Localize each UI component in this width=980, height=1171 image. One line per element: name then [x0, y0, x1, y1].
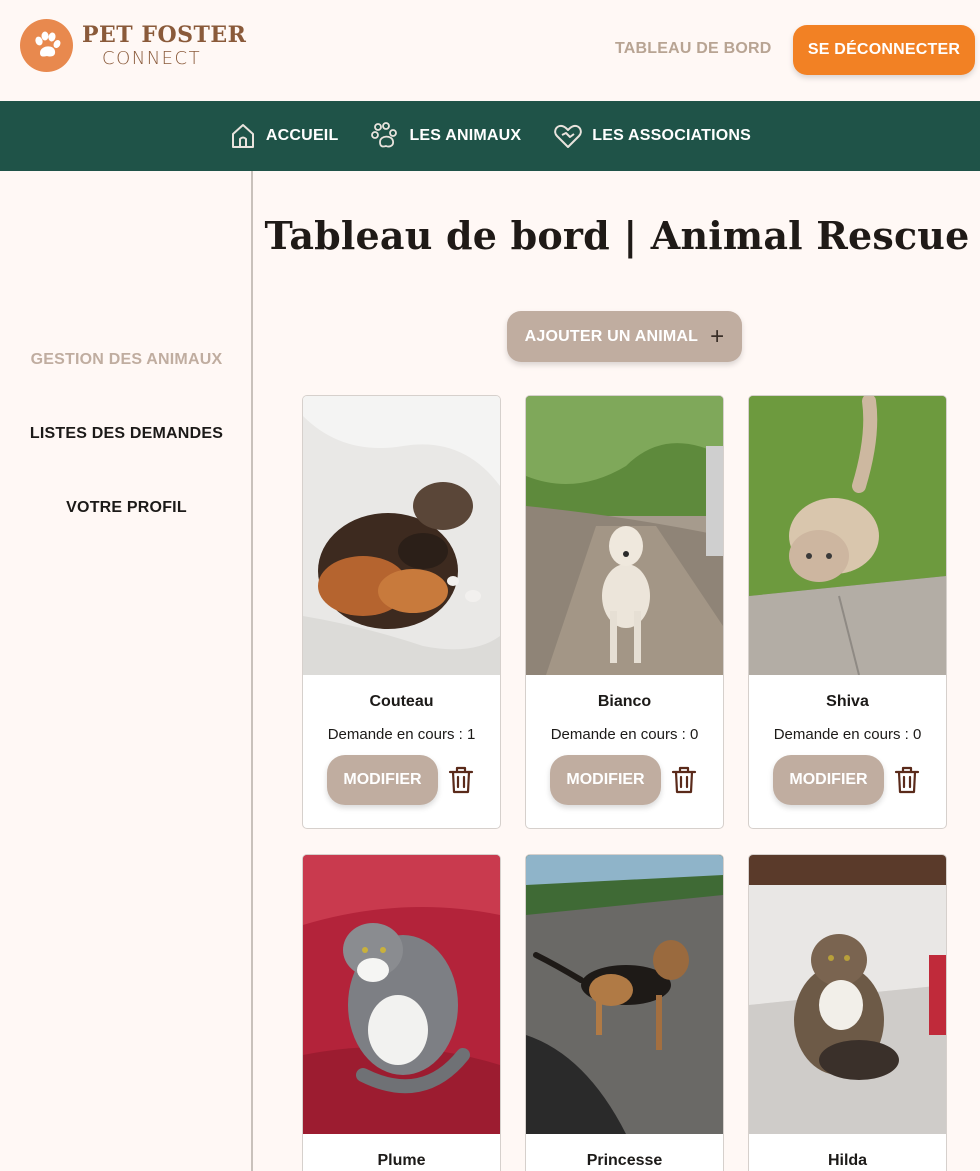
- animal-photo: [749, 396, 946, 675]
- header: PET FOSTER CONNECT TABLEAU DE BORD SE DÉ…: [0, 0, 980, 101]
- nav-item-label: LES ANIMAUX: [409, 127, 522, 144]
- add-animal-button[interactable]: AJOUTER UN ANIMAL +: [507, 311, 742, 362]
- animal-photo: [526, 855, 723, 1134]
- sidebar-item-requests[interactable]: LISTES DES DEMANDES: [0, 425, 253, 443]
- animal-card: Princesse: [525, 854, 724, 1171]
- page-title: Tableau de bord | Animal Rescue: [264, 213, 970, 258]
- animal-name: Bianco: [597, 693, 652, 710]
- animal-card: Bianco Demande en cours : 0 MODIFIER: [525, 395, 724, 829]
- nav-item-label: LES ASSOCIATIONS: [592, 127, 752, 144]
- trash-icon[interactable]: [894, 765, 920, 795]
- sidebar-item-profile[interactable]: VOTRE PROFIL: [0, 499, 253, 517]
- animal-photo: [526, 396, 723, 675]
- dashboard-link[interactable]: TABLEAU DE BORD: [615, 40, 771, 58]
- animal-requests: Demande en cours : 0: [773, 726, 922, 743]
- edit-button[interactable]: MODIFIER: [550, 755, 661, 805]
- logo-subtitle: CONNECT: [102, 47, 202, 69]
- nav-item-associations[interactable]: LES ASSOCIATIONS: [553, 122, 751, 150]
- edit-button[interactable]: MODIFIER: [327, 755, 438, 805]
- add-animal-label: AJOUTER UN ANIMAL: [524, 327, 699, 345]
- animal-requests: Demande en cours : 0: [550, 726, 699, 743]
- animal-name: Shiva: [826, 693, 869, 710]
- animal-photo: [303, 396, 500, 675]
- paw-logo-icon: [20, 19, 73, 72]
- logout-button[interactable]: SE DÉCONNECTER: [793, 25, 975, 75]
- animal-name: Hilda: [827, 1152, 868, 1169]
- trash-icon[interactable]: [671, 765, 697, 795]
- animal-photo: [749, 855, 946, 1134]
- nav-item-label: ACCUEIL: [265, 127, 339, 144]
- animal-card: Couteau Demande en cours : 1 MODIFIER: [302, 395, 501, 829]
- edit-button[interactable]: MODIFIER: [773, 755, 884, 805]
- sidebar: GESTION DES ANIMAUX LISTES DES DEMANDES …: [0, 171, 253, 1171]
- animal-name: Princesse: [586, 1152, 663, 1169]
- paw-icon: [371, 122, 398, 148]
- nav-item-home[interactable]: ACCUEIL: [229, 122, 339, 150]
- logo-title: PET FOSTER: [82, 21, 247, 48]
- animal-name: Couteau: [369, 693, 434, 710]
- home-icon: [231, 124, 254, 148]
- animal-name: Plume: [377, 1152, 426, 1169]
- nav-item-animals[interactable]: LES ANIMAUX: [370, 122, 521, 150]
- animal-requests: Demande en cours : 1: [327, 726, 476, 743]
- plus-icon: +: [710, 322, 725, 350]
- animal-card: Hilda: [748, 854, 947, 1171]
- main-nav: ACCUEIL LES ANIMAUX LES ASSOCIATIONS: [0, 101, 980, 171]
- heart-hand-icon: [554, 124, 583, 148]
- logo[interactable]: PET FOSTER CONNECT: [20, 19, 246, 72]
- animal-card: Plume: [302, 854, 501, 1171]
- animal-card: Shiva Demande en cours : 0 MODIFIER: [748, 395, 947, 829]
- trash-icon[interactable]: [448, 765, 474, 795]
- sidebar-item-animals-management[interactable]: GESTION DES ANIMAUX: [0, 351, 253, 369]
- animal-photo: [303, 855, 500, 1134]
